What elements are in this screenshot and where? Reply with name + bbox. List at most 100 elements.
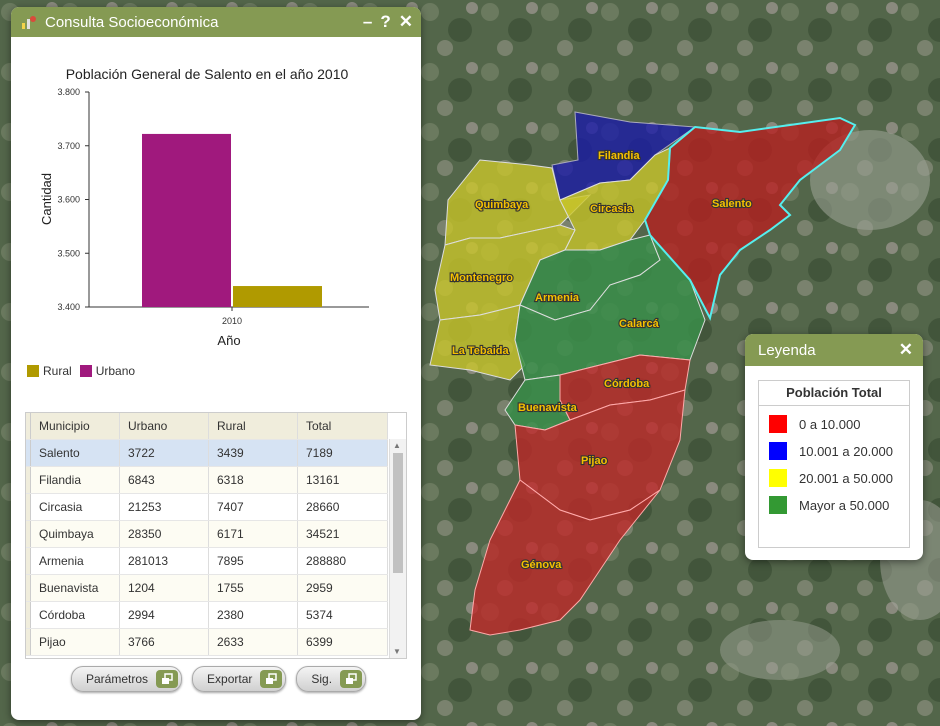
consulta-panel: Consulta Socioeconómica – ? ✕ Población … [11,7,421,720]
chart-x-tick-label: 2010 [222,316,242,326]
cell-total: 6399 [297,628,388,656]
chart-y-tick-label: 3.500 [57,248,80,258]
cell-municipio: Circasia [30,493,120,521]
exportar-label: Exportar [207,672,253,686]
table-scrollbar[interactable]: ▲ ▼ [389,439,406,658]
minimize-button[interactable]: – [363,12,372,32]
cell-total: 5374 [297,601,388,629]
map-legend-title: Leyenda [758,341,816,359]
map-legend-label: Mayor a 50.000 [799,497,890,513]
panel-header[interactable]: Consulta Socioeconómica – ? ✕ [11,7,421,37]
popout-icon [156,670,179,688]
cell-total: 28660 [297,493,388,521]
parametros-button[interactable]: Parámetros [71,666,183,692]
cell-urbano: 3722 [119,439,209,467]
map-legend-box: Población Total 0 a 10.000 10.001 a 20.00… [758,380,910,548]
map-legend-item: 10.001 a 20.000 [769,442,909,460]
cell-rural: 3439 [208,439,298,467]
cell-urbano: 2994 [119,601,209,629]
map-legend-header[interactable]: Leyenda ✕ [745,334,923,366]
chart-ylabel: Cantidad [39,173,54,225]
table-row[interactable]: Circasia 21253 7407 28660 [26,493,388,521]
map-label-circasia: Circasia [590,203,634,215]
popout-icon [260,670,283,688]
map-label-cordoba: Córdoba [604,378,650,390]
map-label-armenia: Armenia [535,292,580,304]
map-legend-label: 0 a 10.000 [799,416,861,432]
chart-legend: Rural Urbano [27,364,135,378]
panel-title: Consulta Socioeconómica [45,13,219,31]
map-label-quimbaya: Quimbaya [475,199,529,211]
siguiente-button[interactable]: Sig. [296,666,367,692]
cell-rural: 6171 [208,520,298,548]
cell-municipio: Pijao [30,628,120,656]
parametros-label: Parámetros [86,672,149,686]
cell-rural: 2380 [208,601,298,629]
bar-urbano [142,133,231,307]
chart-y-tick-label: 3.700 [57,141,80,151]
map-legend-label: 20.001 a 50.000 [799,470,893,486]
cell-municipio: Córdoba [30,601,120,629]
scroll-down-arrow[interactable]: ▼ [393,647,401,656]
cell-urbano: 28350 [119,520,209,548]
scroll-thumb[interactable] [393,453,403,573]
cell-rural: 1755 [208,574,298,602]
chart-y-tick-label: 3.400 [57,302,80,312]
chart-y-tick-label: 3.600 [57,195,80,205]
cell-urbano: 3766 [119,628,209,656]
chart-title: Población General de Salento en el año 2… [66,66,349,82]
map-legend-item: Mayor a 50.000 [769,496,909,514]
chart-xlabel: Año [217,333,240,348]
cell-rural: 2633 [208,628,298,656]
map-label-buenavista: Buenavista [518,402,578,414]
map-legend-label: 10.001 a 20.000 [799,443,893,459]
map-label-filandia: Filandia [598,150,640,162]
cell-rural: 7407 [208,493,298,521]
legend-swatch-urbano [79,365,92,377]
help-button[interactable]: ? [380,12,390,32]
cell-rural: 6318 [208,466,298,494]
table-header-row: Municipio Urbano Rural Total [26,413,388,440]
map-label-calarca: Calarcá [619,318,660,330]
siguiente-label: Sig. [311,672,333,686]
table-row[interactable]: Quimbaya 28350 6171 34521 [26,520,388,548]
map-label-genova: Génova [521,559,562,571]
map-legend-swatch [769,415,787,433]
map-label-latebaida: La Tebaida [452,345,510,357]
column-header-municipio[interactable]: Municipio [30,413,120,440]
popout-icon [340,670,363,688]
cell-total: 2959 [297,574,388,602]
table-row[interactable]: Armenia 281013 7895 288880 [26,547,388,575]
map-label-pijao: Pijao [581,455,608,467]
chart-y-tick-label: 3.800 [57,87,80,97]
cell-rural: 7895 [208,547,298,575]
map-legend-panel: Leyenda ✕ Población Total 0 a 10.000 10.0… [745,334,923,560]
chart-app-icon [22,16,36,29]
legend-swatch-rural [27,365,39,377]
column-header-rural[interactable]: Rural [208,413,298,440]
table-row[interactable]: Pijao 3766 2633 6399 [26,628,388,656]
column-header-total[interactable]: Total [297,413,388,440]
legend-label-rural: Rural [43,364,72,378]
map-legend-close-button[interactable]: ✕ [899,340,913,360]
table-row[interactable]: Córdoba 2994 2380 5374 [26,601,388,629]
map-label-montenegro: Montenegro [450,272,513,284]
table-row[interactable]: Filandia 6843 6318 13161 [26,466,388,494]
table-row[interactable]: Buenavista 1204 1755 2959 [26,574,388,602]
map-legend-item: 0 a 10.000 [769,415,909,433]
action-buttons: Parámetros Exportar Sig. [71,666,367,692]
cell-total: 288880 [297,547,388,575]
cell-urbano: 21253 [119,493,209,521]
column-header-urbano[interactable]: Urbano [119,413,209,440]
scroll-up-arrow[interactable]: ▲ [393,441,401,450]
close-button[interactable]: ✕ [399,12,413,32]
cell-total: 34521 [297,520,388,548]
cell-municipio: Quimbaya [30,520,120,548]
legend-label-urbano: Urbano [95,364,136,378]
exportar-button[interactable]: Exportar [192,666,287,692]
table-row[interactable]: Salento 3722 3439 7189 [26,439,388,467]
cell-urbano: 1204 [119,574,209,602]
map-legend-swatch [769,442,787,460]
cell-urbano: 281013 [119,547,209,575]
map-legend-subtitle: Población Total [759,381,909,406]
